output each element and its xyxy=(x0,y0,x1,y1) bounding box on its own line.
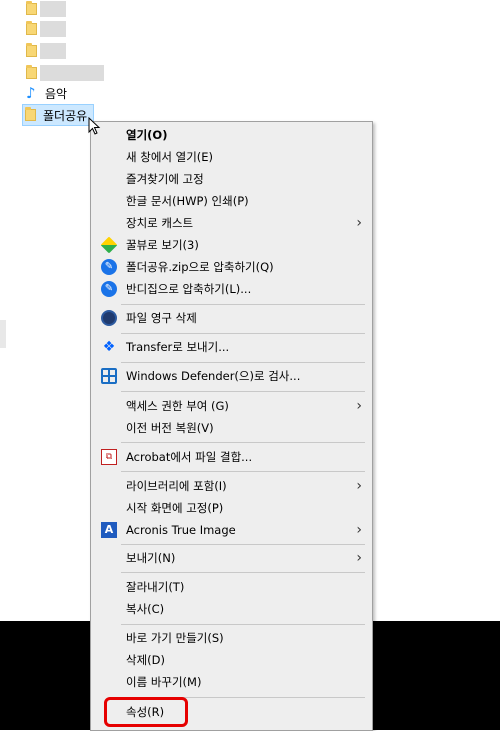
menu-item-label: 열기(O) xyxy=(126,128,168,142)
folder-item-blurred[interactable] xyxy=(26,20,37,38)
windows-defender-icon xyxy=(101,368,117,384)
music-folder-item[interactable]: ♪ 음악 xyxy=(26,84,67,102)
folder-icon xyxy=(26,1,37,15)
folder-item-blurred[interactable] xyxy=(26,42,37,60)
menu-item-grant-access[interactable]: 액세스 권한 부여 (G) › xyxy=(91,395,372,417)
acrobat-icon: ⧉ xyxy=(101,449,117,465)
ccleaner-icon xyxy=(101,310,117,326)
properties-highlight-box xyxy=(104,697,188,727)
folder-icon xyxy=(26,21,37,35)
menu-item-honeyview[interactable]: 꿀뷰로 보기(3) xyxy=(91,234,372,256)
shared-folder-item[interactable]: 폴더공유 xyxy=(22,104,95,126)
folder-icon xyxy=(26,65,37,79)
menu-item-label: Acrobat에서 파일 결합... xyxy=(126,450,253,464)
menu-item-label: 보내기(N) xyxy=(126,551,176,565)
blurred-label xyxy=(40,21,66,37)
window-edge xyxy=(0,320,6,348)
context-menu: 열기(O) 새 창에서 열기(E) 즐겨찾기에 고정 한글 문서(HWP) 인쇄… xyxy=(90,121,373,731)
menu-item-rename[interactable]: 이름 바꾸기(M) xyxy=(91,671,372,693)
menu-item-create-shortcut[interactable]: 바로 가기 만들기(S) xyxy=(91,627,372,649)
menu-item-label: 장치로 캐스트 xyxy=(126,216,194,230)
blurred-label xyxy=(40,1,66,17)
menu-item-delete[interactable]: 삭제(D) xyxy=(91,649,372,671)
menu-item-open[interactable]: 열기(O) xyxy=(91,124,372,146)
folder-item-blurred[interactable] xyxy=(26,64,37,82)
mouse-cursor-icon xyxy=(88,117,101,135)
honeyview-icon xyxy=(100,236,118,254)
menu-item-label: 즐겨찾기에 고정 xyxy=(126,172,204,186)
menu-item-open-new-window[interactable]: 새 창에서 열기(E) xyxy=(91,146,372,168)
chevron-right-icon: › xyxy=(356,398,362,414)
menu-separator xyxy=(121,391,365,392)
dropbox-icon: ❖ xyxy=(102,339,116,355)
menu-separator xyxy=(121,362,365,363)
folder-icon xyxy=(26,43,37,57)
menu-item-label: 이름 바꾸기(M) xyxy=(126,675,202,689)
menu-item-label: 라이브러리에 포함(I) xyxy=(126,479,227,493)
item-label: 폴더공유 xyxy=(43,108,88,123)
menu-item-permanent-delete[interactable]: 파일 영구 삭제 xyxy=(91,307,372,329)
menu-item-zip-compress[interactable]: ✎ 폴더공유.zip으로 압축하기(Q) xyxy=(91,256,372,278)
menu-item-label: 반디집으로 압축하기(L)... xyxy=(126,282,252,296)
menu-item-label: 복사(C) xyxy=(126,602,165,616)
menu-separator xyxy=(121,624,365,625)
menu-item-label: 액세스 권한 부여 (G) xyxy=(126,399,229,413)
menu-item-label: 꿀뷰로 보기(3) xyxy=(126,238,199,252)
menu-item-cut[interactable]: 잘라내기(T) xyxy=(91,576,372,598)
menu-item-bandizip-compress[interactable]: ✎ 반디집으로 압축하기(L)... xyxy=(91,278,372,300)
menu-item-acrobat-combine[interactable]: ⧉ Acrobat에서 파일 결합... xyxy=(91,446,372,468)
menu-separator xyxy=(121,471,365,472)
menu-item-cast-to-device[interactable]: 장치로 캐스트 › xyxy=(91,212,372,234)
menu-item-label: 잘라내기(T) xyxy=(126,580,185,594)
menu-item-label: 파일 영구 삭제 xyxy=(126,311,197,325)
music-note-icon: ♪ xyxy=(26,84,36,102)
menu-item-label: 삭제(D) xyxy=(126,653,165,667)
menu-item-label: Windows Defender(으)로 검사... xyxy=(126,369,301,383)
menu-separator xyxy=(121,442,365,443)
bandizip-icon: ✎ xyxy=(101,259,117,275)
blurred-label xyxy=(40,65,104,81)
menu-item-copy[interactable]: 복사(C) xyxy=(91,598,372,620)
blurred-label xyxy=(40,43,66,59)
bandizip-icon: ✎ xyxy=(101,281,117,297)
chevron-right-icon: › xyxy=(356,478,362,494)
acronis-icon: A xyxy=(101,522,117,538)
chevron-right-icon: › xyxy=(356,522,362,538)
item-label: 음악 xyxy=(45,86,68,101)
menu-item-acronis[interactable]: A Acronis True Image › xyxy=(91,519,372,541)
menu-item-send-to[interactable]: 보내기(N) › xyxy=(91,547,372,569)
menu-item-transfer[interactable]: ❖ Transfer로 보내기... xyxy=(91,336,372,358)
menu-item-pin-quick-access[interactable]: 즐겨찾기에 고정 xyxy=(91,168,372,190)
folder-icon xyxy=(25,107,36,121)
menu-item-label: 시작 화면에 고정(P) xyxy=(126,501,224,515)
menu-item-pin-start[interactable]: 시작 화면에 고정(P) xyxy=(91,497,372,519)
chevron-right-icon: › xyxy=(356,215,362,231)
menu-separator xyxy=(121,333,365,334)
menu-item-label: Transfer로 보내기... xyxy=(126,340,230,354)
menu-item-restore-previous[interactable]: 이전 버전 복원(V) xyxy=(91,417,372,439)
menu-item-label: Acronis True Image xyxy=(126,523,236,537)
menu-separator xyxy=(121,304,365,305)
menu-item-include-library[interactable]: 라이브러리에 포함(I) › xyxy=(91,475,372,497)
menu-separator xyxy=(121,544,365,545)
menu-item-label: 이전 버전 복원(V) xyxy=(126,421,214,435)
folder-item-blurred[interactable] xyxy=(26,0,37,18)
menu-item-label: 폴더공유.zip으로 압축하기(Q) xyxy=(126,260,274,274)
menu-item-hwp-print[interactable]: 한글 문서(HWP) 인쇄(P) xyxy=(91,190,372,212)
menu-item-defender-scan[interactable]: Windows Defender(으)로 검사... xyxy=(91,365,372,387)
menu-item-label: 바로 가기 만들기(S) xyxy=(126,631,224,645)
menu-separator xyxy=(121,572,365,573)
menu-item-label: 새 창에서 열기(E) xyxy=(126,150,214,164)
chevron-right-icon: › xyxy=(356,550,362,566)
menu-item-label: 한글 문서(HWP) 인쇄(P) xyxy=(126,194,249,208)
